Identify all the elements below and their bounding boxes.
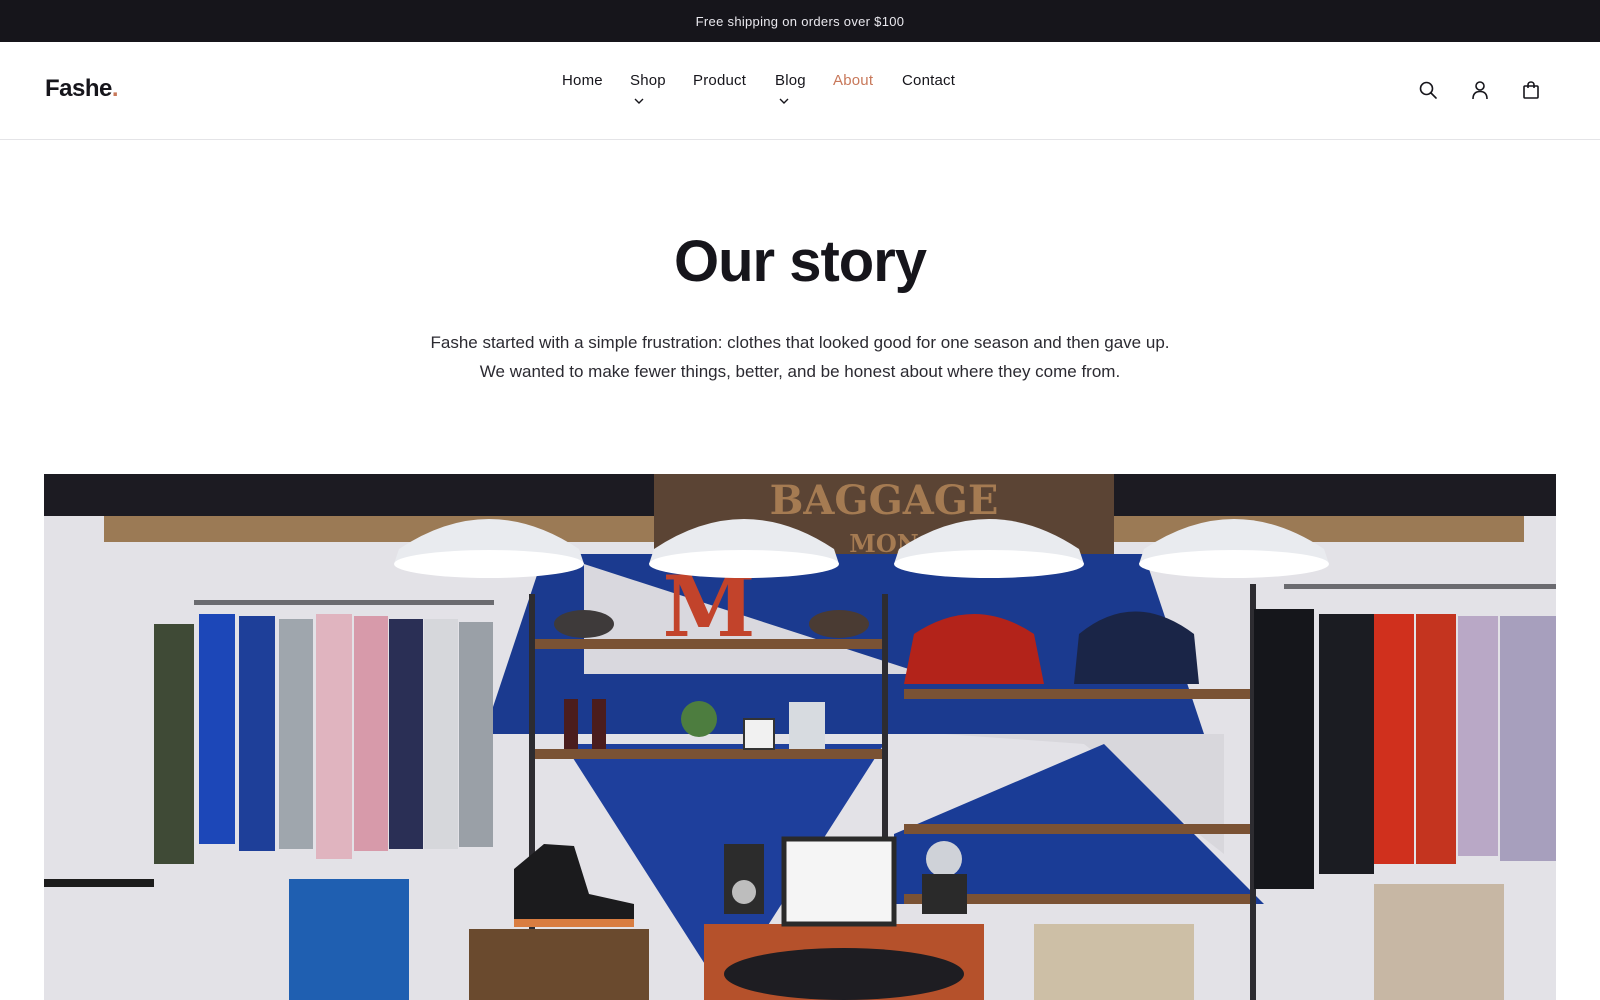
nav-contact[interactable]: Contact <box>902 72 955 89</box>
search-icon[interactable] <box>1416 78 1440 102</box>
svg-text:BAGGAGE: BAGGAGE <box>770 477 999 524</box>
main-nav: Home Shop Product Blog About Contact <box>0 72 1600 122</box>
nav-home[interactable]: Home <box>562 72 603 89</box>
story-description: Fashe started with a simple frustration:… <box>430 333 1170 381</box>
page-title: Our story <box>673 229 927 294</box>
account-icon[interactable] <box>1468 78 1492 102</box>
nav-shop[interactable]: Shop <box>630 72 666 89</box>
nav-product[interactable]: Product <box>693 72 746 89</box>
store-interior-image: BAGGAGE MON M <box>44 474 1556 1000</box>
nav-blog[interactable]: Blog <box>775 72 806 89</box>
chevron-down-icon[interactable] <box>634 96 644 106</box>
our-story-section: Our story Fashe started with a simple fr… <box>0 140 1600 465</box>
nav-about[interactable]: About <box>833 72 873 89</box>
shopping-bag-icon[interactable] <box>1519 78 1543 102</box>
site-header: Fashe. Home Shop Product Blog About Cont… <box>0 42 1600 140</box>
chevron-down-icon[interactable] <box>779 96 789 106</box>
announcement-bar: Free shipping on orders over $100 <box>0 0 1600 42</box>
announcement-text: Free shipping on orders over $100 <box>695 13 905 29</box>
